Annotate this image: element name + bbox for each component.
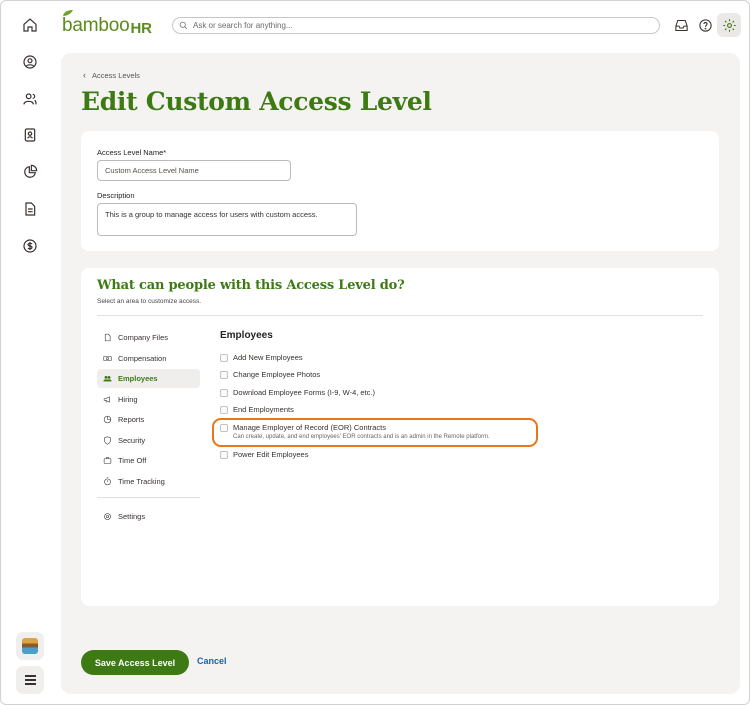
chart-icon [103,415,112,424]
area-label: Time Tracking [118,477,165,486]
logo-text: bamboo [62,15,130,36]
search-icon [179,21,188,30]
stopwatch-icon [104,477,111,486]
megaphone-icon [103,396,110,403]
divider [97,315,703,316]
global-search[interactable] [172,17,660,34]
pie-chart-icon[interactable] [18,160,42,184]
file-icon [104,333,111,342]
id-badge-icon[interactable] [18,123,42,147]
permission-download-employee-forms[interactable]: Download Employee Forms (I-9, W-4, etc.) [220,388,375,397]
chevron-left-icon: ‹ [83,70,86,80]
hamburger-menu-icon[interactable] [16,666,44,694]
people-icon[interactable] [18,87,42,111]
permission-change-employee-photos[interactable]: Change Employee Photos [220,370,320,379]
permission-label: Power Edit Employees [233,450,309,459]
cancel-button[interactable]: Cancel [197,656,227,666]
app-window: bambooHR ‹ Access Levels Edit Custom Acc… [0,0,750,705]
area-security[interactable]: Security [97,431,200,450]
area-label: Time Off [118,456,147,465]
bamboohr-logo[interactable]: bamboo HR [62,10,152,37]
access-section-title: What can people with this Access Level d… [97,278,405,293]
checkbox[interactable] [220,424,228,432]
page-title: Edit Custom Access Level [81,87,432,116]
gear-icon [104,513,111,520]
area-hiring[interactable]: Hiring [97,390,200,409]
description-label: Description [97,191,135,200]
permissions-title: Employees [220,330,273,341]
name-label: Access Level Name* [97,148,167,157]
area-employees[interactable]: Employees [97,369,200,388]
area-company-files[interactable]: Company Files [97,328,200,347]
permission-label: Change Employee Photos [233,370,321,379]
gear-icon[interactable] [717,13,741,37]
area-label: Security [118,436,146,445]
access-section-subtitle: Select an area to customize access. [97,298,202,305]
money-icon [103,355,112,362]
permission-power-edit-employees[interactable]: Power Edit Employees [220,450,308,459]
checkbox[interactable] [220,389,228,397]
main-panel: ‹ Access Levels Edit Custom Access Level… [61,53,740,694]
permission-add-new-employees[interactable]: Add New Employees [220,353,303,362]
inbox-icon[interactable] [671,15,691,35]
area-label: Employees [118,374,158,383]
divider [97,497,200,498]
area-label: Company Files [118,333,169,342]
person-circle-icon[interactable] [18,50,42,74]
access-card: What can people with this Access Level d… [81,268,719,606]
people-icon [103,375,112,382]
access-level-name-input[interactable] [97,160,291,181]
area-time-off[interactable]: Time Off [97,451,200,470]
avatar-image [22,638,38,654]
permission-label: Download Employee Forms (I-9, W-4, etc.) [233,388,375,397]
save-button[interactable]: Save Access Level [81,650,189,675]
search-input[interactable] [193,21,633,30]
checkbox[interactable] [220,451,228,459]
area-settings[interactable]: Settings [97,507,200,526]
leaf-icon [63,10,73,16]
description-textarea[interactable]: This is a group to manage access for use… [97,203,357,236]
area-compensation[interactable]: Compensation [97,349,200,368]
shield-icon [104,436,111,445]
logo-suffix: HR [130,20,152,37]
area-label: Settings [118,512,146,521]
checkbox[interactable] [220,354,228,362]
dollar-circle-icon[interactable] [18,234,42,258]
permission-manage-eor-contracts[interactable]: Manage Employer of Record (EOR) Contract… [220,423,490,440]
home-icon[interactable] [18,13,42,37]
area-label: Hiring [118,395,138,404]
permission-end-employments[interactable]: End Employments [220,405,294,414]
checkbox[interactable] [220,406,228,414]
permission-description: Can create, update, and end employees' E… [233,434,490,440]
breadcrumb[interactable]: ‹ Access Levels [83,70,140,80]
area-reports[interactable]: Reports [97,410,200,429]
permission-label: Add New Employees [233,353,303,362]
permission-label: End Employments [233,405,294,414]
area-label: Reports [118,415,145,424]
suitcase-icon [103,457,112,464]
breadcrumb-label: Access Levels [92,70,140,80]
checkbox[interactable] [220,371,228,379]
area-time-tracking[interactable]: Time Tracking [97,472,200,491]
document-icon[interactable] [18,197,42,221]
left-nav [1,1,59,704]
details-card: Access Level Name* Description This is a… [81,131,719,251]
area-label: Compensation [118,354,167,363]
permission-label: Manage Employer of Record (EOR) Contract… [233,423,386,432]
help-icon[interactable] [695,15,715,35]
avatar[interactable] [16,632,44,660]
